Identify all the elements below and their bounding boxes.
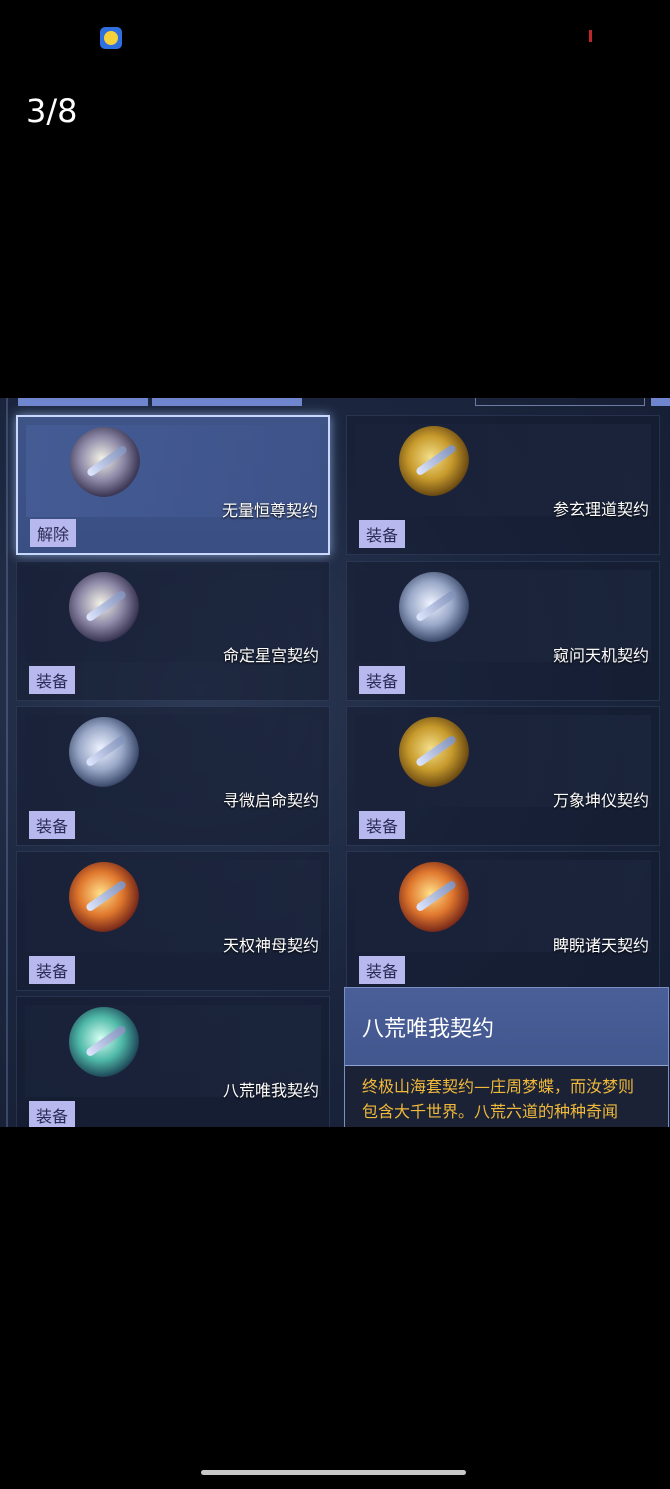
contract-card[interactable]: 窥问天机契约 装备 bbox=[346, 561, 660, 701]
status-indicator bbox=[589, 30, 592, 42]
contract-card[interactable]: 天权神母契约 装备 bbox=[16, 851, 330, 991]
contract-title: 命定星宫契约 bbox=[222, 646, 319, 665]
tooltip-description: 终极山海套契约—庄周梦蝶，而汝梦则 包含大千世界。八荒六道的种种奇闻 bbox=[345, 1066, 668, 1124]
equip-button[interactable]: 装备 bbox=[359, 956, 405, 984]
tab-outline[interactable] bbox=[475, 398, 645, 406]
tooltip-title: 八荒唯我契约 bbox=[362, 1016, 495, 1042]
contract-title: 睥睨诸天契约 bbox=[552, 936, 649, 955]
contract-card[interactable]: 参玄理道契约 装备 bbox=[346, 415, 660, 555]
equip-button[interactable]: 装备 bbox=[359, 666, 405, 694]
contract-tooltip: 八荒唯我契约 终极山海套契约—庄周梦蝶，而汝梦则 包含大千世界。八荒六道的种种奇… bbox=[344, 987, 669, 1127]
tab-edge[interactable] bbox=[651, 398, 670, 406]
contract-title: 窥问天机契约 bbox=[552, 646, 649, 665]
scroll-edge bbox=[6, 398, 8, 1127]
contract-card[interactable]: 寻微启命契约 装备 bbox=[16, 706, 330, 846]
contract-card[interactable]: 睥睨诸天契约 装备 bbox=[346, 851, 660, 991]
contract-title: 无量恒尊契约 bbox=[221, 501, 318, 520]
contract-title: 寻微启命契约 bbox=[222, 791, 319, 810]
contract-emblem-icon bbox=[399, 862, 469, 932]
qq-bubble-icon bbox=[100, 27, 122, 49]
contract-card[interactable]: 无量恒尊契约 解除 bbox=[16, 415, 330, 555]
contract-emblem-icon bbox=[69, 717, 139, 787]
contract-emblem-icon bbox=[69, 572, 139, 642]
equip-button[interactable]: 装备 bbox=[29, 811, 75, 839]
equip-button[interactable]: 装备 bbox=[29, 666, 75, 694]
tooltip-description-line: 终极山海套契约—庄周梦蝶，而汝梦则 bbox=[362, 1077, 635, 1096]
equip-button[interactable]: 装备 bbox=[29, 956, 75, 984]
home-indicator[interactable] bbox=[201, 1470, 466, 1475]
contract-emblem-icon bbox=[69, 1007, 139, 1077]
contract-emblem-icon bbox=[399, 717, 469, 787]
contract-emblem-icon bbox=[69, 862, 139, 932]
equip-button[interactable]: 装备 bbox=[359, 811, 405, 839]
contract-emblem-icon bbox=[399, 426, 469, 496]
contract-emblem-icon bbox=[70, 427, 140, 497]
contract-title: 参玄理道契约 bbox=[552, 500, 649, 519]
contract-title: 八荒唯我契约 bbox=[222, 1081, 319, 1100]
equip-button[interactable]: 装备 bbox=[359, 520, 405, 548]
contract-inventory-screen: 无量恒尊契约 解除 参玄理道契约 装备 命定星宫契约 装备 窥问天机契约 装备 … bbox=[0, 398, 670, 1127]
tab-active[interactable] bbox=[18, 398, 148, 406]
page-counter: 3/8 bbox=[26, 92, 78, 130]
tab-secondary[interactable] bbox=[152, 398, 302, 406]
contract-title: 天权神母契约 bbox=[222, 936, 319, 955]
unequip-button[interactable]: 解除 bbox=[30, 519, 76, 547]
contract-card[interactable]: 八荒唯我契约 装备 bbox=[16, 996, 330, 1127]
tooltip-description-line: 包含大千世界。八荒六道的种种奇闻 bbox=[362, 1102, 619, 1121]
contract-emblem-icon bbox=[399, 572, 469, 642]
contract-title: 万象坤仪契约 bbox=[552, 791, 649, 810]
contract-card[interactable]: 命定星宫契约 装备 bbox=[16, 561, 330, 701]
contract-card[interactable]: 万象坤仪契约 装备 bbox=[346, 706, 660, 846]
equip-button[interactable]: 装备 bbox=[29, 1101, 75, 1127]
